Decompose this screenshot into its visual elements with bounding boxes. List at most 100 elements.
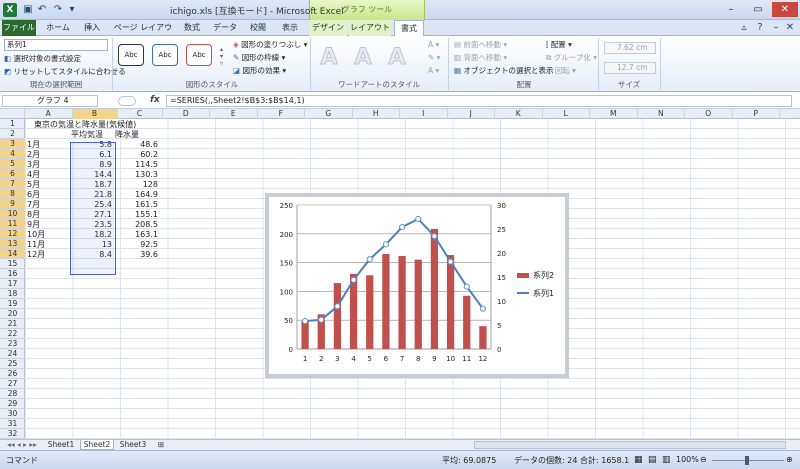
- x-tick-label[interactable]: 8: [416, 355, 420, 363]
- cell-month[interactable]: 4月: [27, 170, 40, 180]
- excel-logo-icon[interactable]: X: [3, 3, 17, 17]
- y-left-tick-label[interactable]: 50: [284, 317, 293, 325]
- bar-10[interactable]: [446, 255, 455, 349]
- minimize-ribbon-icon[interactable]: ▵: [738, 22, 750, 34]
- x-tick-label[interactable]: 9: [432, 355, 436, 363]
- page-break-view-icon[interactable]: ▥: [662, 455, 671, 465]
- tab-file[interactable]: ファイル: [2, 20, 36, 36]
- row-header-11[interactable]: 11: [0, 219, 25, 229]
- text-outline-icon[interactable]: ✎ ▾: [428, 53, 440, 62]
- wordart-style-3[interactable]: A: [384, 44, 410, 72]
- send-backward-button[interactable]: ▥ 背面へ移動 ▾: [454, 52, 507, 63]
- row-header-21[interactable]: 21: [0, 319, 25, 329]
- workbook-minimize-icon[interactable]: –: [770, 22, 782, 34]
- row-header-19[interactable]: 19: [0, 299, 25, 309]
- y-right-tick-label[interactable]: 20: [497, 250, 506, 258]
- rotate-button[interactable]: ⟲ 回転 ▾: [546, 65, 576, 76]
- shape-outline-button[interactable]: ✎ 図形の枠線 ▾: [233, 52, 285, 63]
- line-point-12[interactable]: [479, 305, 487, 312]
- bar-9[interactable]: [430, 228, 439, 349]
- chart-element-selector[interactable]: 系列1: [4, 39, 108, 51]
- x-tick-label[interactable]: 1: [303, 355, 307, 363]
- row-header-9[interactable]: 9: [0, 199, 25, 209]
- close-icon[interactable]: ✕: [772, 2, 798, 17]
- row-header-15[interactable]: 15: [0, 259, 25, 269]
- bar-12[interactable]: [479, 326, 487, 349]
- minimize-icon[interactable]: –: [718, 2, 744, 17]
- column-header-m[interactable]: M: [590, 109, 638, 119]
- line-point-8[interactable]: [415, 215, 422, 223]
- row-header-1[interactable]: 1: [0, 119, 25, 129]
- bar-8[interactable]: [414, 259, 422, 349]
- row-header-22[interactable]: 22: [0, 329, 25, 339]
- shape-fill-button[interactable]: ◈ 図形の塗りつぶし ▾: [233, 39, 307, 50]
- shape-style-blue[interactable]: Abc: [152, 44, 178, 66]
- wordart-style-2[interactable]: A: [350, 44, 376, 72]
- bar-1[interactable]: [301, 321, 309, 349]
- cell-rain[interactable]: 60.2: [115, 150, 158, 160]
- zoom-slider-thumb[interactable]: [745, 456, 749, 465]
- line-point-2[interactable]: [318, 316, 325, 323]
- column-header-g[interactable]: G: [305, 109, 353, 119]
- column-header-q[interactable]: Q: [780, 109, 800, 119]
- bar-6[interactable]: [382, 254, 390, 349]
- tab-insert[interactable]: 挿入: [78, 20, 106, 36]
- row-header-12[interactable]: 12: [0, 229, 25, 239]
- select-all-corner[interactable]: [0, 109, 25, 119]
- zoom-level[interactable]: 100%: [676, 455, 699, 464]
- x-tick-label[interactable]: 7: [400, 355, 404, 363]
- legend-label-series1[interactable]: 系列1: [533, 288, 554, 298]
- cell-month[interactable]: 10月: [27, 230, 45, 240]
- x-tick-label[interactable]: 6: [384, 355, 389, 363]
- column-header-d[interactable]: D: [163, 109, 210, 119]
- tab-layout[interactable]: レイアウト: [349, 20, 391, 36]
- fx-icon[interactable]: fx: [150, 95, 160, 105]
- workbook-close-icon[interactable]: ✕: [784, 22, 796, 34]
- line-point-5[interactable]: [366, 256, 373, 263]
- x-tick-label[interactable]: 4: [351, 355, 356, 363]
- cell-rain[interactable]: 48.6: [115, 140, 158, 150]
- cell-month[interactable]: 8月: [27, 210, 40, 220]
- column-header-k[interactable]: K: [495, 109, 543, 119]
- cell-rain[interactable]: 128: [115, 180, 158, 190]
- y-right-tick-label[interactable]: 15: [497, 274, 506, 282]
- row-header-27[interactable]: 27: [0, 379, 25, 389]
- formula-expand-handle[interactable]: [118, 96, 136, 106]
- row-header-6[interactable]: 6: [0, 169, 25, 179]
- y-left-tick-label[interactable]: 100: [280, 288, 293, 296]
- y-right-tick-label[interactable]: 25: [497, 226, 506, 234]
- sheet-tab-3[interactable]: Sheet3: [116, 440, 150, 450]
- cell-month[interactable]: 12月: [27, 250, 45, 260]
- bar-11[interactable]: [463, 295, 471, 349]
- column-header-h[interactable]: H: [353, 109, 400, 119]
- cell-month[interactable]: 5月: [27, 180, 40, 190]
- column-header-i[interactable]: I: [400, 109, 448, 119]
- cell-month[interactable]: 3月: [27, 160, 40, 170]
- tab-page-layout[interactable]: ページ レイアウト: [110, 20, 176, 48]
- column-header-f[interactable]: F: [258, 109, 305, 119]
- legend-swatch-series2[interactable]: [517, 273, 529, 278]
- name-box[interactable]: グラフ 4: [2, 95, 98, 107]
- line-point-4[interactable]: [350, 276, 357, 283]
- cell-month[interactable]: 1月: [27, 140, 40, 150]
- y-right-tick-label[interactable]: 0: [497, 346, 501, 354]
- tab-home[interactable]: ホーム: [40, 20, 76, 36]
- row-header-10[interactable]: 10: [0, 209, 25, 219]
- row-header-4[interactable]: 4: [0, 149, 25, 159]
- text-fill-icon[interactable]: A ▾: [428, 40, 439, 49]
- row-header-29[interactable]: 29: [0, 399, 25, 409]
- column-header-e[interactable]: E: [210, 109, 258, 119]
- tab-format[interactable]: 書式: [394, 20, 424, 37]
- row-header-17[interactable]: 17: [0, 279, 25, 289]
- column-header-l[interactable]: L: [543, 109, 590, 119]
- bar-5[interactable]: [366, 275, 374, 349]
- row-header-8[interactable]: 8: [0, 189, 25, 199]
- cell-rain[interactable]: 92.5: [115, 240, 158, 250]
- tab-view[interactable]: 表示: [276, 20, 304, 36]
- selection-pane-button[interactable]: ▦ オブジェクトの選択と表示: [454, 65, 553, 76]
- row-header-14[interactable]: 14: [0, 249, 25, 259]
- line-point-1[interactable]: [301, 318, 309, 325]
- line-point-3[interactable]: [334, 303, 341, 310]
- row-header-23[interactable]: 23: [0, 339, 25, 349]
- sheet-tab-2[interactable]: Sheet2: [80, 440, 114, 450]
